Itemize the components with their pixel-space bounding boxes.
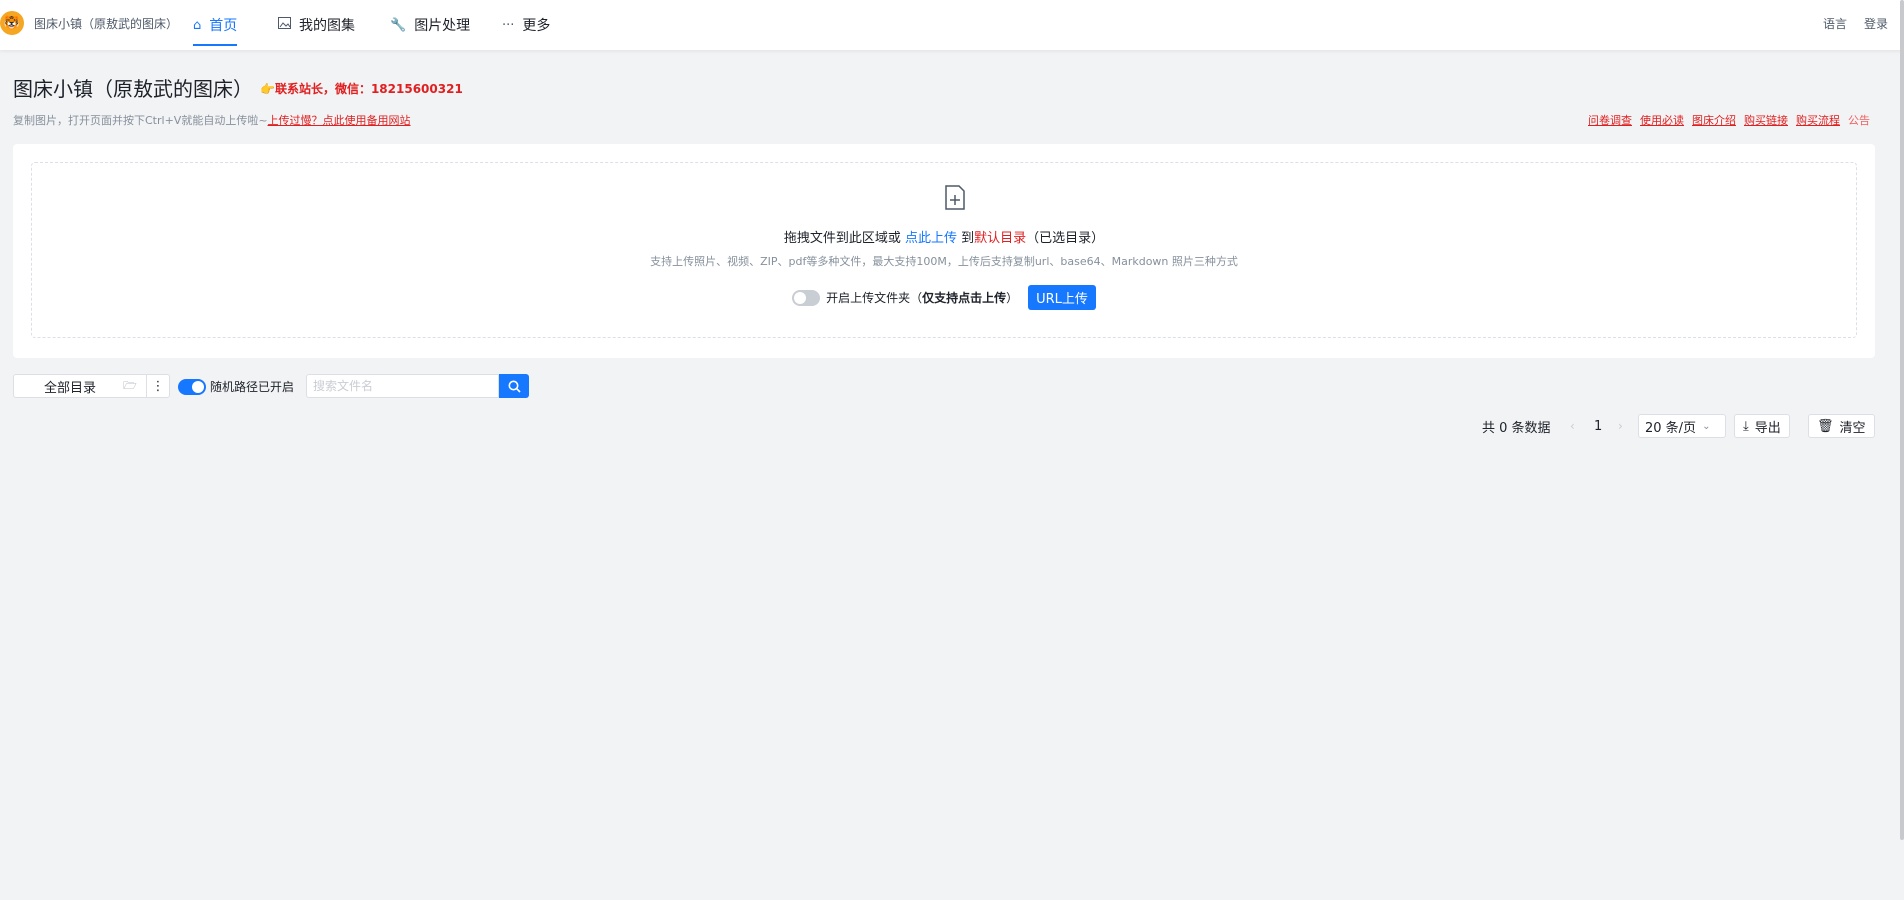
directory-select[interactable]: 全部目录 🗁 ⋮ xyxy=(13,374,170,398)
url-upload-button[interactable]: URL上传 xyxy=(1028,285,1096,310)
nav-home-label: 首页 xyxy=(209,18,238,34)
paste-hint-text: 复制图片，打开页面并按下Ctrl+V就能自动上传啦~ xyxy=(13,114,268,127)
random-path-toggle-row: 随机路径已开启 xyxy=(178,378,294,395)
prev-page-button[interactable]: ‹ xyxy=(1570,414,1575,438)
search-input[interactable] xyxy=(306,374,499,398)
must-read-link[interactable]: 使用必读 xyxy=(1640,112,1684,128)
download-icon: ⤓ xyxy=(1743,418,1749,434)
file-add-icon xyxy=(944,185,966,211)
drop-prefix: 拖拽文件到此区域或 xyxy=(783,231,901,246)
trash-icon: 🗑 xyxy=(1817,418,1834,434)
paste-hint: 复制图片，打开页面并按下Ctrl+V就能自动上传啦~上传过慢？点此使用备用网站 xyxy=(13,112,411,128)
announcement-link[interactable]: 公告 xyxy=(1848,112,1870,128)
ellipsis-icon: ··· xyxy=(502,17,515,33)
image-icon xyxy=(278,17,291,33)
chevron-right-icon: › xyxy=(1618,419,1623,433)
default-dir-link[interactable]: 默认目录 xyxy=(974,231,1026,246)
folder-upload-toggle[interactable] xyxy=(792,289,821,306)
backup-site-link[interactable]: 上传过慢？点此使用备用网站 xyxy=(268,114,411,127)
nav-image-processing-label: 图片处理 xyxy=(414,18,471,34)
page-scrollbar[interactable] xyxy=(1900,0,1904,840)
random-path-label: 随机路径已开启 xyxy=(210,380,295,394)
selected-dir-text: （已选目录） xyxy=(1026,231,1105,246)
site-name[interactable]: 图床小镇（原敖武的图床） xyxy=(34,15,178,32)
login-link[interactable]: 登录 xyxy=(1864,15,1888,32)
purchase-link[interactable]: 购买链接 xyxy=(1744,112,1788,128)
page-size-value: 20 条/页 xyxy=(1645,420,1697,436)
export-label: 导出 xyxy=(1754,420,1781,436)
chevron-left-icon: ‹ xyxy=(1570,419,1575,433)
top-navbar: 🐯 图床小镇（原敖武的图床） ⌂ 首页 我的图集 🔧 图片处理 ··· 更多 语… xyxy=(0,0,1904,50)
purchase-process-link[interactable]: 购买流程 xyxy=(1796,112,1840,128)
export-button[interactable]: ⤓ 导出 xyxy=(1734,414,1790,438)
random-path-toggle[interactable] xyxy=(178,378,206,395)
drop-to: 到 xyxy=(961,231,975,246)
current-page[interactable]: 1 xyxy=(1594,414,1602,438)
directory-select-label: 全部目录 xyxy=(44,380,97,396)
clear-label: 清空 xyxy=(1839,420,1866,436)
folder-upload-label: 开启上传文件夹（仅支持点击上传） xyxy=(826,291,1019,305)
nav-my-gallery[interactable]: 我的图集 xyxy=(278,0,355,50)
home-icon: ⌂ xyxy=(193,17,202,33)
page-size-select[interactable]: 20 条/页 ⌄ xyxy=(1638,414,1726,438)
search-button[interactable] xyxy=(499,374,529,398)
upload-dropzone[interactable]: 拖拽文件到此区域或 点此上传 到默认目录（已选目录） 支持上传照片、视频、ZIP… xyxy=(31,162,1857,338)
page-title: 图床小镇（原敖武的图床） xyxy=(13,77,253,101)
folder-upload-row: 开启上传文件夹（仅支持点击上传） URL上传 xyxy=(32,285,1856,310)
tiger-logo-icon[interactable]: 🐯 xyxy=(0,11,24,35)
nav-more[interactable]: ··· 更多 xyxy=(502,0,550,50)
nav-home[interactable]: ⌂ 首页 xyxy=(193,0,238,50)
dropzone-sub-text: 支持上传照片、视频、ZIP、pdf等多种文件，最大支持100M，上传后支持复制u… xyxy=(650,255,1238,268)
nav-my-gallery-label: 我的图集 xyxy=(299,18,355,34)
header-links: 问卷调查 使用必读 图床介绍 购买链接 购买流程 公告 xyxy=(1588,112,1870,128)
folder-open-icon: 🗁 xyxy=(123,378,137,392)
contact-info: 👉联系站长，微信：18215600321 xyxy=(260,82,463,96)
vertical-ellipsis-icon[interactable]: ⋮ xyxy=(146,375,169,397)
total-count: 共 0 条数据 xyxy=(1482,420,1551,436)
upload-card: 拖拽文件到此区域或 点此上传 到默认目录（已选目录） 支持上传照片、视频、ZIP… xyxy=(13,144,1875,358)
clear-button[interactable]: 🗑 清空 xyxy=(1808,414,1875,438)
click-upload-link[interactable]: 点此上传 xyxy=(905,231,957,246)
dropzone-main-text: 拖拽文件到此区域或 点此上传 到默认目录（已选目录） xyxy=(32,227,1856,246)
search-icon xyxy=(508,380,521,393)
next-page-button[interactable]: › xyxy=(1618,414,1623,438)
language-link[interactable]: 语言 xyxy=(1823,15,1847,32)
chevron-down-icon: ⌄ xyxy=(1702,420,1711,432)
wrench-icon: 🔧 xyxy=(390,17,407,33)
nav-image-processing[interactable]: 🔧 图片处理 xyxy=(390,0,470,50)
intro-link[interactable]: 图床介绍 xyxy=(1692,112,1736,128)
survey-link[interactable]: 问卷调查 xyxy=(1588,112,1632,128)
nav-more-label: 更多 xyxy=(522,18,551,34)
